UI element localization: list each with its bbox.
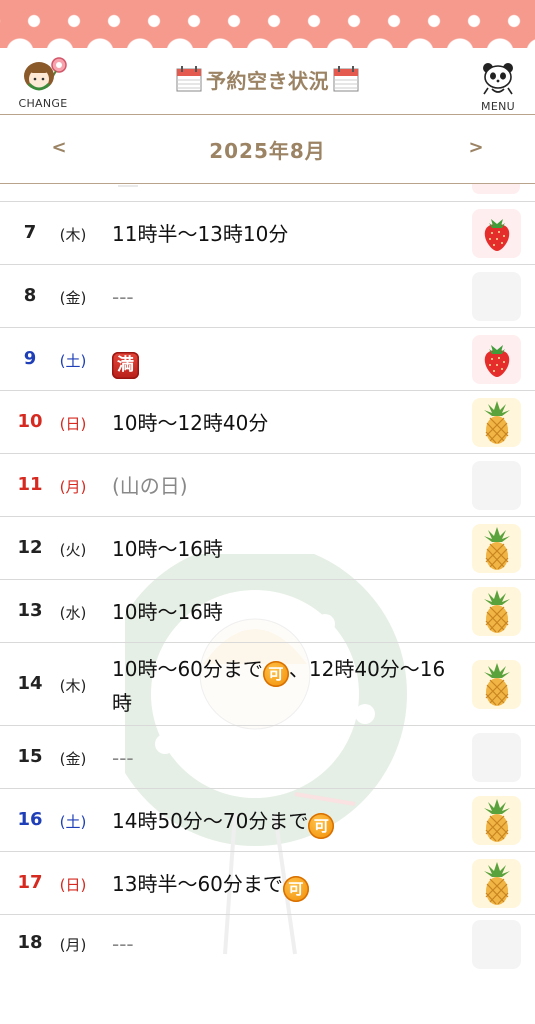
day-number: 11 [17,473,43,495]
day-row[interactable]: 18 (月) --- [0,915,535,973]
full-badge-icon: 満 [112,351,139,379]
weekday-label: (土) [59,351,87,370]
availability-text: 11時半〜13時10分 [112,221,289,246]
day-rows: 7 (木) 11時半〜13時10分 8 (金) --- 9 (土) 満 10 (日) 10時〜12時4… [0,202,535,973]
day-row[interactable]: 11 (月) (山の日) [0,454,535,517]
availability-text: 10時〜12時40分 [112,410,269,435]
pineapple-icon [472,859,521,908]
top-banner [0,0,535,48]
weekday-label: (金) [59,749,87,768]
day-number: 17 [17,871,43,893]
day-row[interactable]: 7 (木) 11時半〜13時10分 [0,202,535,265]
banner-dots [0,13,535,29]
weekday-label: (日) [59,414,87,433]
availability-text: 満 [112,344,457,379]
day-row[interactable]: 9 (土) 満 [0,328,535,391]
availability-text: 14時50分〜70分まで可 [112,805,457,839]
month-navigation: < 2025年8月 > [0,115,535,184]
day-row[interactable]: 12 (火) 10時〜16時 [0,517,535,580]
empty-icon-slot [472,461,521,510]
banner-scallops [0,38,535,48]
day-row[interactable]: 8 (金) --- [0,265,535,328]
availability-text-part: 13時半〜60分まで [112,871,283,896]
availability-text: --- [112,284,134,309]
app-header: CHANGE 予約空き状況 MENU [0,48,535,115]
availability-text: 10時〜60分まで可、12時40分〜16時 [112,653,457,719]
day-row[interactable]: 17 (日) 13時半〜60分まで可 [0,852,535,915]
day-number: 10 [17,410,43,432]
calendar-icon [176,66,202,92]
availability-text: --- [112,932,134,956]
day-number: 16 [17,808,43,830]
availability-text-part: 14時50分〜70分まで [112,808,309,833]
availability-text: --- [112,745,134,770]
weekday-label: (水) [59,603,87,622]
current-month: 2025年8月 [209,139,326,163]
menu-button[interactable]: MENU [475,60,521,113]
weekday-label: (金) [59,288,87,307]
weekday-label: (木) [59,676,87,695]
availability-text: (山の日) [112,473,188,498]
day-number: 13 [17,599,43,621]
page-title-area: 予約空き状況 [165,62,370,96]
day-number: 18 [17,932,43,953]
day-row[interactable]: 13 (水) 10時〜16時 [0,580,535,643]
day-number: 15 [17,745,43,767]
availability-text-part: 10時〜60分まで [112,656,263,681]
weekday-label: (土) [59,812,87,831]
availability-text: 13時半〜60分まで可 [112,868,457,902]
empty-icon-slot [472,733,521,782]
calendar-icon [333,66,359,92]
weekday-label: (日) [59,875,87,894]
day-row[interactable]: 15 (金) --- [0,726,535,789]
pineapple-icon [472,587,521,636]
weekday-label: (火) [59,540,87,559]
page-title: 予約空き状況 [206,68,329,93]
weekday-label: (月) [59,477,87,496]
availability-list[interactable]: 7 (木) 11時半〜13時10分 8 (金) --- 9 (土) 満 10 (日) 10時〜12時4… [0,184,535,974]
pineapple-icon [472,398,521,447]
list-item-partial [0,184,535,202]
change-button[interactable]: CHANGE [14,54,72,110]
day-number: 7 [23,221,37,243]
available-badge-icon: 可 [308,812,335,839]
day-row[interactable]: 14 (木) 10時〜60分まで可、12時40分〜16時 [0,643,535,726]
weekday-label: (月) [59,936,87,954]
weekday-label: (木) [59,225,87,244]
pineapple-icon [472,524,521,573]
day-number: 8 [23,284,37,306]
day-number: 12 [17,536,43,558]
empty-icon-slot [472,919,521,969]
change-label: CHANGE [18,97,68,110]
available-badge-icon: 可 [282,875,309,902]
availability-text: 10時〜16時 [112,536,223,561]
day-number: 14 [17,672,43,694]
pineapple-icon [472,660,521,709]
day-row[interactable]: 10 (日) 10時〜12時40分 [0,391,535,454]
day-row[interactable]: 16 (土) 14時50分〜70分まで可 [0,789,535,852]
strawberry-icon [472,335,521,384]
panda-menu-icon [483,63,513,95]
strawberry-icon [472,209,521,258]
day-number: 9 [23,347,37,369]
empty-icon-slot [472,272,521,321]
next-month-button[interactable]: > [461,137,491,158]
pineapple-icon [472,796,521,845]
menu-label: MENU [481,100,515,113]
character-avatar-icon [24,57,67,91]
availability-text: 10時〜16時 [112,599,223,624]
available-badge-icon: 可 [262,660,289,687]
